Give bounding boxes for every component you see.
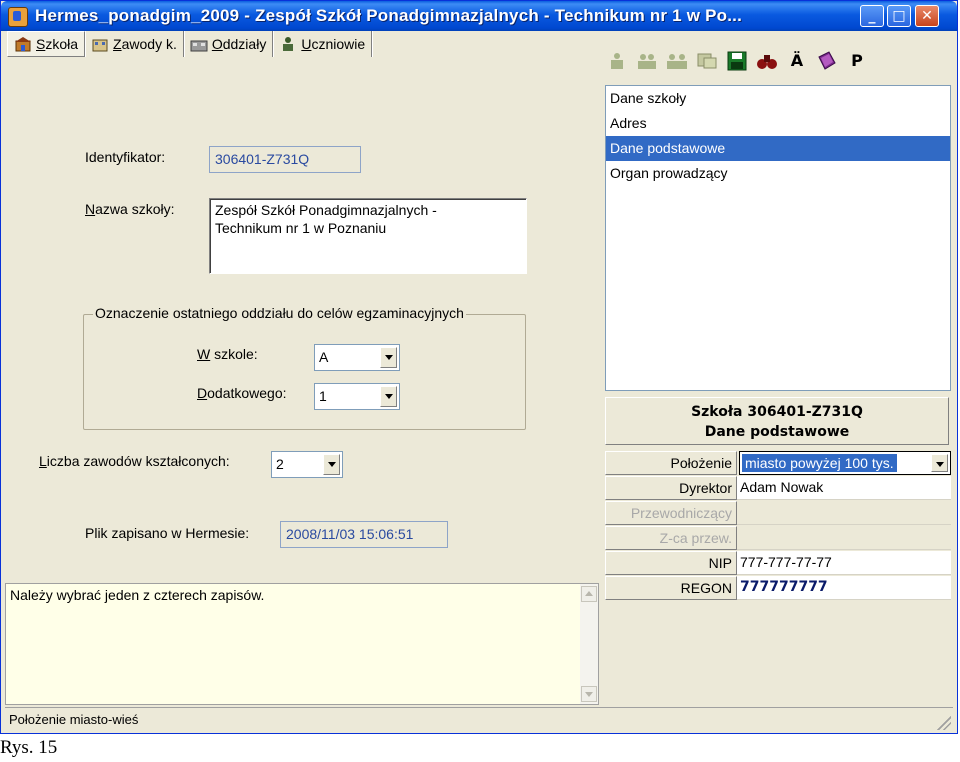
binoculars-icon[interactable] — [755, 49, 779, 73]
professions-icon — [92, 39, 108, 52]
maximize-button[interactable]: □ — [887, 5, 911, 27]
close-button[interactable]: ✕ — [915, 5, 939, 27]
property-row-nip: NIP 777-777-77-77 — [605, 551, 951, 575]
message-box[interactable]: Należy wybrać jeden z czterech zapisów. — [5, 583, 599, 705]
tool-2-icon[interactable] — [635, 49, 659, 73]
school-name-field[interactable]: Zespół Szkół Ponadgimnazjalnych - Techni… — [209, 198, 527, 274]
chevron-down-icon[interactable] — [380, 386, 397, 407]
saved-label: Plik zapisano w Hermesie: — [85, 525, 250, 541]
professions-count-label: Liczba zawodów kształconych: — [39, 453, 230, 469]
property-value[interactable]: 777777777 — [737, 576, 951, 600]
location-select[interactable]: miasto powyżej 100 tys. — [739, 451, 951, 475]
additional-label: Dodatkowego: — [197, 385, 287, 401]
identifier-field: 306401-Z731Q — [209, 146, 361, 173]
property-row-polozenie: Położenie miasto powyżej 100 tys. — [605, 451, 951, 475]
status-bar: Położenie miasto-wieś — [5, 707, 953, 732]
saved-timestamp-field: 2008/11/03 15:06:51 — [280, 521, 448, 548]
exam-group-title: Oznaczenie ostatniego oddziału do celów … — [93, 305, 466, 321]
scroll-up-icon[interactable] — [581, 586, 597, 602]
tab-strip: Szkoła Zawody k. Oddziały Uczniowie — [7, 31, 373, 59]
property-value[interactable]: 777-777-77-77 — [737, 551, 951, 575]
students-icon — [283, 37, 294, 51]
tool-3-icon[interactable] — [665, 49, 689, 73]
list-item[interactable]: Dane szkoły — [606, 86, 950, 111]
details-header: Szkoła 306401-Z731Q Dane podstawowe — [605, 397, 949, 445]
in-school-select[interactable]: A — [314, 344, 400, 371]
tab-szkola[interactable]: Szkoła — [7, 31, 86, 57]
classes-icon — [190, 40, 208, 52]
list-item[interactable]: Organ prowadzący — [606, 161, 950, 186]
main-window: Hermes_ponadgim_2009 - Zespół Szkół Pona… — [0, 0, 958, 734]
umlaut-a-icon[interactable]: Ä — [785, 49, 809, 73]
property-value[interactable]: Adam Nowak — [737, 476, 951, 500]
property-value — [737, 526, 951, 550]
property-name: Z-ca przew. — [605, 526, 737, 550]
tool-1-icon[interactable] — [605, 49, 629, 73]
resize-grip-icon[interactable] — [937, 716, 951, 730]
p-icon[interactable]: P — [845, 49, 869, 73]
title-bar[interactable]: Hermes_ponadgim_2009 - Zespół Szkół Pona… — [1, 1, 957, 31]
property-value — [737, 501, 951, 525]
exam-group-box — [83, 314, 526, 430]
list-item-selected[interactable]: Dane podstawowe — [606, 136, 950, 161]
save-icon[interactable] — [725, 49, 749, 73]
chevron-down-icon[interactable] — [380, 347, 397, 368]
scroll-down-icon[interactable] — [581, 686, 597, 702]
additional-select[interactable]: 1 — [314, 383, 400, 410]
property-name[interactable]: Dyrektor — [605, 476, 737, 500]
tab-uczniowie[interactable]: Uczniowie — [273, 31, 373, 57]
school-name-label: Nazwa szkoły: — [85, 201, 175, 217]
tab-oddzialy[interactable]: Oddziały — [184, 31, 274, 57]
vertical-scrollbar[interactable] — [580, 584, 598, 704]
app-icon — [8, 7, 28, 27]
school-icon — [15, 37, 31, 52]
identifier-label: Identyfikator: — [85, 149, 166, 165]
window-title: Hermes_ponadgim_2009 - Zespół Szkół Pona… — [35, 6, 742, 25]
tool-4-icon[interactable] — [695, 49, 719, 73]
professions-count-select[interactable]: 2 — [271, 451, 343, 478]
record-list[interactable]: Dane szkoły Adres Dane podstawowe Organ … — [605, 85, 951, 391]
property-name[interactable]: NIP — [605, 551, 737, 575]
minimize-button[interactable]: _ — [860, 5, 884, 27]
toolbar: Ä P — [605, 49, 957, 81]
property-row-zca-przew: Z-ca przew. — [605, 526, 951, 550]
property-name[interactable]: Położenie — [605, 451, 737, 475]
tab-zawody[interactable]: Zawody k. — [85, 31, 184, 57]
figure-caption: Rys. 15 — [0, 737, 58, 758]
property-name[interactable]: REGON — [605, 576, 737, 600]
in-school-label: W szkole: — [197, 346, 258, 362]
book-icon[interactable] — [815, 49, 839, 73]
list-item[interactable]: Adres — [606, 111, 950, 136]
chevron-down-icon[interactable] — [931, 454, 948, 472]
status-text: Położenie miasto-wieś — [9, 712, 139, 727]
property-name: Przewodniczący — [605, 501, 737, 525]
property-row-przewodniczacy: Przewodniczący — [605, 501, 951, 525]
chevron-down-icon[interactable] — [323, 454, 340, 475]
message-text: Należy wybrać jeden z czterech zapisów. — [10, 587, 265, 603]
property-row-dyrektor: Dyrektor Adam Nowak — [605, 476, 951, 500]
property-row-regon: REGON 777777777 — [605, 576, 951, 600]
